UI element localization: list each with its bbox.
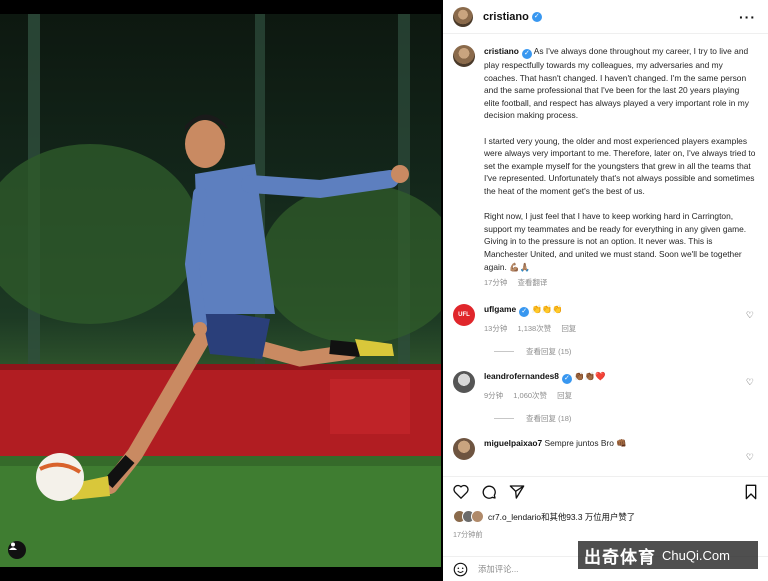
likes-text[interactable]: cr7.o_lendario和其他93.3 万位用户赞了 [488, 511, 635, 523]
caption-meta: 17分钟 查看翻译 [484, 277, 756, 290]
comment-username[interactable]: leandrofernandes8 [484, 371, 559, 381]
comment-text: 👏👏👏 [531, 303, 563, 314]
caption: cristiano ✓ As I've always done throughou… [453, 45, 756, 290]
watermark-cn: 出奇体育 [584, 547, 656, 567]
post-photo[interactable] [0, 14, 441, 567]
comment-time[interactable]: 9分钟 [484, 391, 503, 400]
heart-icon[interactable] [453, 484, 469, 499]
comment-avatar[interactable] [453, 370, 475, 393]
comment-text: Sempre juntos Bro 👊🏾 [544, 437, 627, 448]
reply-button[interactable]: 回复 [561, 324, 576, 333]
share-icon[interactable] [509, 484, 525, 500]
comment-username[interactable]: uflgame [484, 304, 516, 314]
footballer-illustration [0, 14, 441, 567]
comment-likes[interactable]: 1,060次赞 [513, 391, 547, 400]
posted-time[interactable]: 17分钟前 [453, 530, 483, 540]
post-header: cristiano ✓ ··· [443, 0, 768, 34]
view-replies[interactable]: 查看回复 (15) [494, 346, 756, 357]
instagram-post-modal: cristiano ✓ ··· cristiano ✓ As I've alway… [0, 0, 768, 581]
comment-username[interactable]: miguelpaixao7 [484, 438, 542, 448]
comment-item: leandrofernandes8 ✓ 👏🏾👏🏾❤️ 9分钟 1,060次赞 回复… [453, 370, 756, 401]
view-replies-label[interactable]: 查看回复 (15) [526, 346, 571, 357]
watermark: 出奇体育 ChuQi.Com [578, 541, 758, 569]
view-replies[interactable]: 查看回复 (18) [494, 413, 756, 424]
comment-icon[interactable] [481, 484, 497, 500]
caption-avatar[interactable] [453, 45, 475, 67]
author-username[interactable]: cristiano [483, 11, 529, 23]
comment-input[interactable]: 添加评论... [478, 563, 518, 575]
comment-time[interactable]: 13分钟 [484, 324, 507, 333]
comment-item: miguelpaixao7 Sempre juntos Bro 👊🏾 ♡ [453, 437, 756, 463]
verified-icon: ✓ [561, 373, 572, 384]
comment-heart-icon[interactable]: ♡ [746, 452, 754, 463]
comment-text: 👏🏾👏🏾❤️ [574, 370, 606, 381]
verified-icon: ✓ [521, 49, 532, 59]
verified-icon: ✓ [519, 306, 530, 317]
see-translation-link[interactable]: 查看翻译 [517, 278, 547, 287]
more-icon[interactable]: ··· [739, 9, 756, 25]
caption-paragraph-2: I started very young, the older and most… [484, 135, 756, 196]
comment-heart-icon[interactable]: ♡ [746, 377, 754, 388]
comments-scroll-area[interactable]: cristiano ✓ As I've always done throughou… [443, 35, 768, 475]
liker-avatar [471, 510, 484, 523]
post-actions-bar [443, 476, 768, 506]
author-avatar[interactable] [453, 6, 473, 27]
save-icon[interactable] [744, 484, 758, 500]
watermark-en: ChuQi.Com [662, 547, 730, 563]
caption-paragraph-3: Right now, I just feel that I have to ke… [484, 211, 747, 272]
emoji-icon[interactable] [453, 562, 468, 577]
comment-likes[interactable]: 1,138次赞 [517, 324, 551, 333]
comment-avatar[interactable]: UFL [453, 303, 475, 326]
comment-avatar[interactable] [453, 437, 475, 460]
likes-summary[interactable]: cr7.o_lendario和其他93.3 万位用户赞了 [453, 510, 635, 523]
caption-time[interactable]: 17分钟 [484, 278, 507, 287]
post-side-panel: cristiano ✓ ··· cristiano ✓ As I've alway… [443, 0, 768, 581]
user-tag-icon[interactable] [8, 541, 26, 559]
comment-heart-icon[interactable]: ♡ [746, 310, 754, 321]
verified-icon: ✓ [531, 11, 542, 22]
reply-button[interactable]: 回复 [557, 391, 572, 400]
comment-item: UFL uflgame ✓ 👏👏👏 13分钟 1,138次赞 回复 ♡ [453, 303, 756, 334]
caption-username[interactable]: cristiano [484, 46, 519, 56]
view-replies-label[interactable]: 查看回复 (18) [526, 413, 571, 424]
